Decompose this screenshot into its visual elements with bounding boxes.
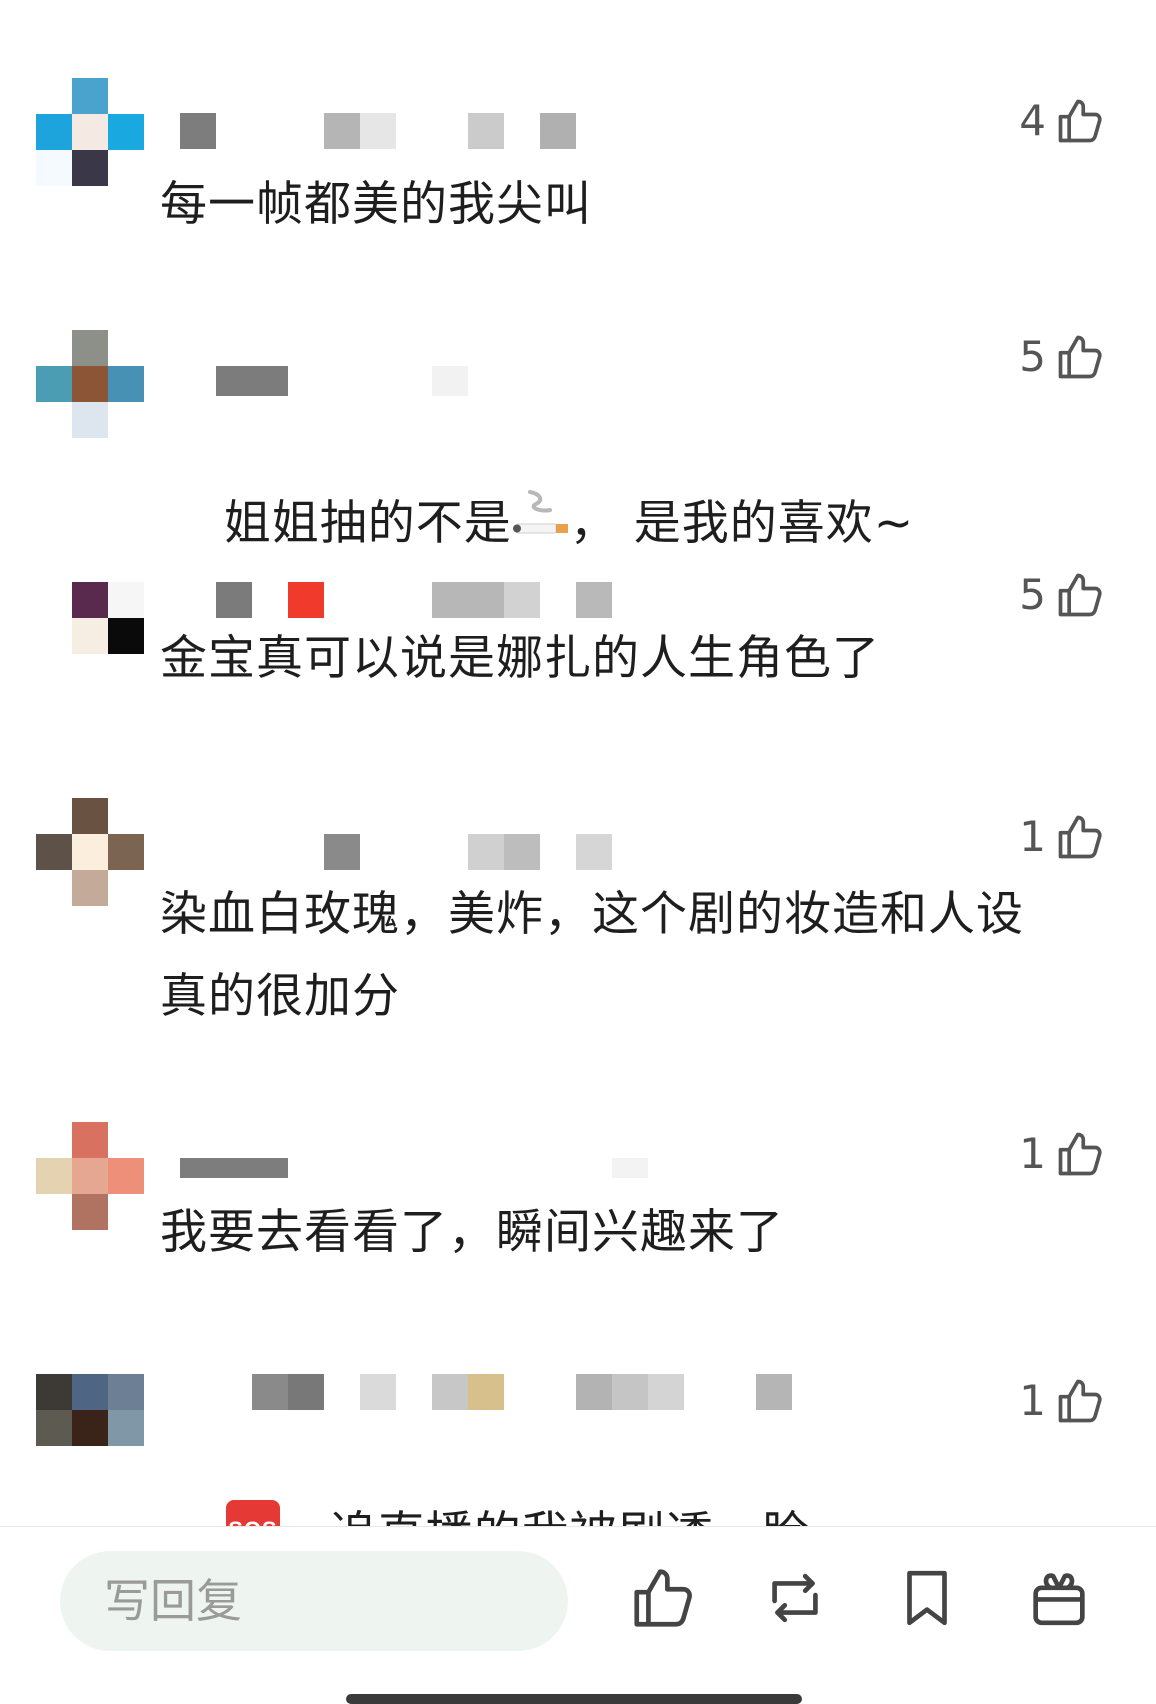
like-count: 5 [1019, 570, 1046, 619]
thumbs-up-icon [1058, 335, 1102, 379]
like-button[interactable]: 1 [1019, 1127, 1106, 1181]
like-button[interactable]: 4 [1019, 94, 1106, 148]
thumbs-up-icon [634, 1569, 692, 1627]
avatar[interactable] [36, 798, 144, 906]
like-count: 5 [1019, 332, 1046, 381]
thumbs-up-icon [1058, 815, 1102, 859]
comment-text: 染血白玫瑰，美炸，这个剧的妆造和人设 真的很加分 [160, 887, 1024, 1024]
thumbs-up-icon [1058, 573, 1102, 617]
like-count: 1 [1019, 812, 1046, 861]
thumbs-up-icon [1058, 1132, 1102, 1176]
like-count: 4 [1019, 96, 1046, 145]
avatar[interactable] [36, 568, 144, 676]
avatar[interactable] [36, 330, 144, 438]
bottom-action-bar: 写回复 [0, 1526, 1156, 1704]
like-post-button[interactable] [628, 1563, 698, 1633]
comment-text-after: ， 是我的喜欢~ [569, 496, 915, 551]
repost-icon [772, 1573, 818, 1623]
gift-icon [1033, 1573, 1085, 1626]
avatar[interactable] [36, 1122, 144, 1230]
like-count: 1 [1019, 1129, 1046, 1178]
like-button[interactable]: 1 [1019, 810, 1106, 864]
repost-button[interactable] [760, 1563, 830, 1633]
comment-text: 我要去看看了，瞬间兴趣来了 [160, 1205, 784, 1260]
avatar[interactable] [36, 1374, 144, 1482]
comment-text-before: 姐姐抽的不是 [223, 496, 512, 551]
reply-input[interactable]: 写回复 [60, 1551, 568, 1651]
like-button[interactable]: 5 [1019, 568, 1106, 622]
comment-text: 每一帧都美的我尖叫 [160, 177, 592, 232]
comment-text: 金宝真可以说是娜扎的人生角色了 [160, 631, 880, 686]
gift-button[interactable] [1024, 1563, 1094, 1633]
bookmark-icon [907, 1570, 947, 1626]
cigarette-emoji-icon [512, 484, 570, 570]
avatar[interactable] [36, 78, 144, 186]
thumbs-up-icon [1058, 99, 1102, 143]
like-button[interactable]: 5 [1019, 330, 1106, 384]
bookmark-button[interactable] [892, 1563, 962, 1633]
